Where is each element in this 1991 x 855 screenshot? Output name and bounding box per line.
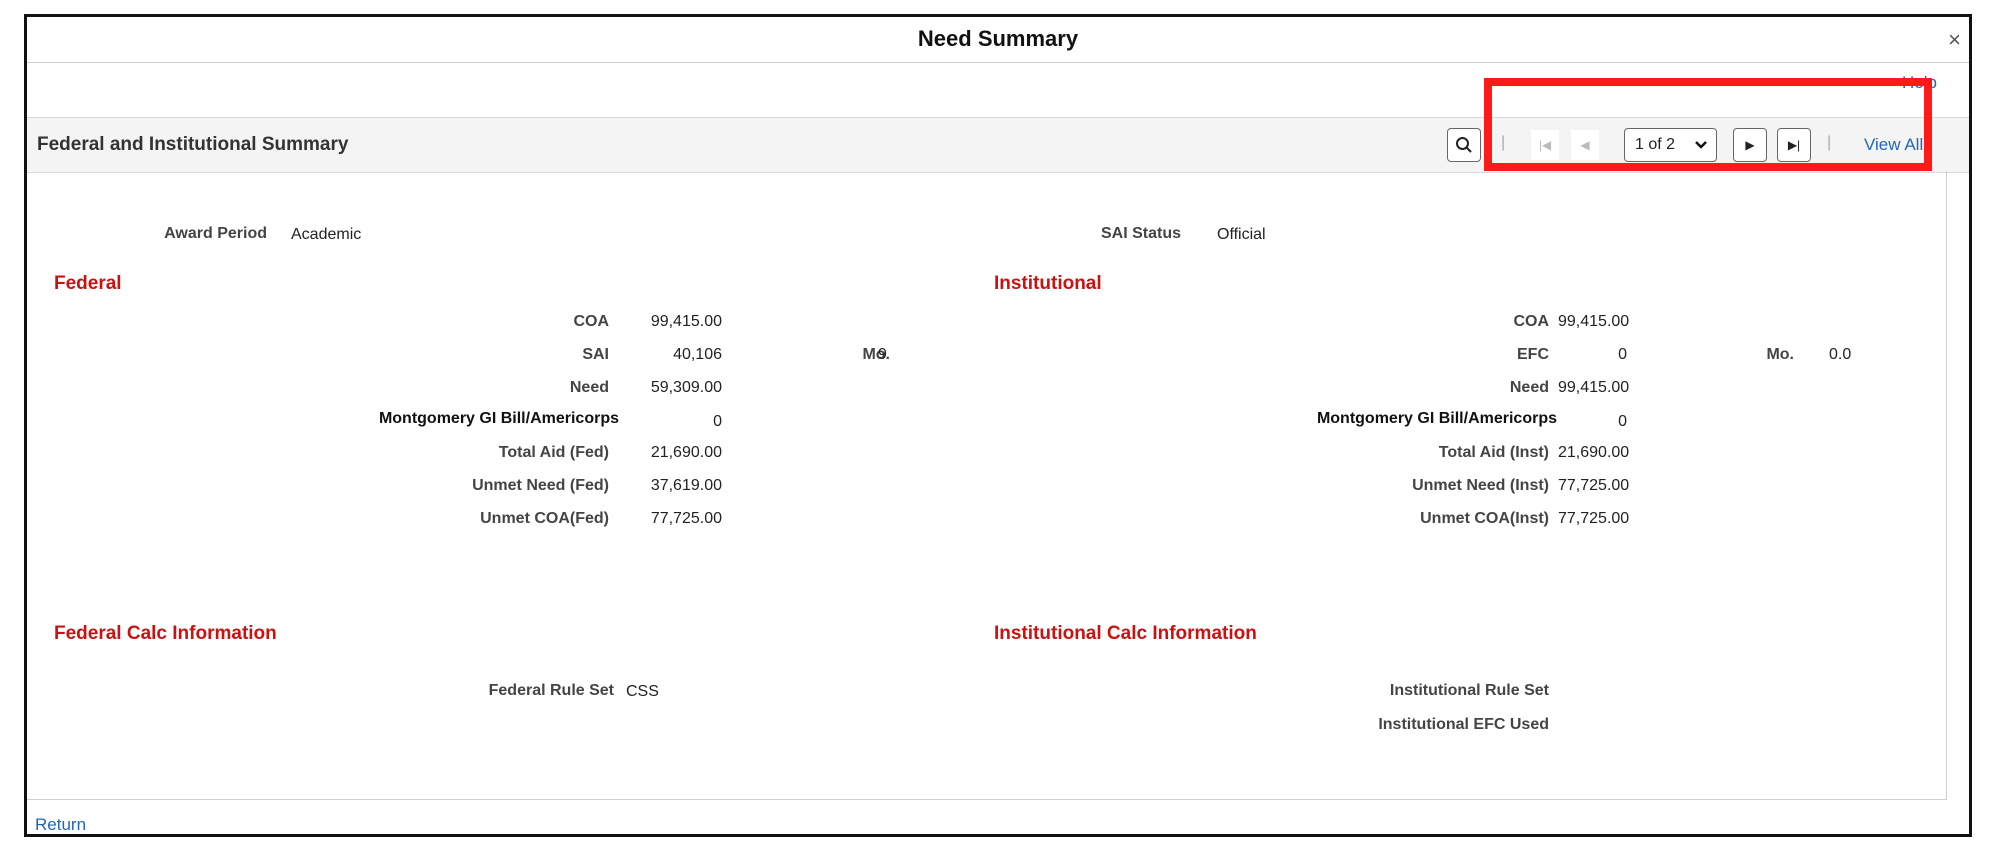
- close-icon[interactable]: ×: [1948, 27, 1961, 53]
- institutional-unmet-need-value: 77,725.00: [1558, 477, 1630, 494]
- institutional-rule-set-label: Institutional Rule Set: [1389, 682, 1549, 699]
- award-period-label: Award Period: [164, 225, 267, 242]
- institutional-coa-value: 99,415.00: [1558, 313, 1630, 330]
- last-page-button[interactable]: ▶|: [1777, 128, 1811, 162]
- first-page-button[interactable]: |◀: [1531, 130, 1559, 160]
- institutional-efc-label: EFC: [1517, 346, 1549, 363]
- federal-sai-label: SAI: [582, 346, 609, 363]
- search-icon: [1456, 137, 1472, 153]
- sai-status-label: SAI Status: [1100, 225, 1181, 242]
- federal-months-value: 9: [878, 346, 887, 363]
- federal-calc-heading: Federal Calc Information: [54, 623, 277, 644]
- award-period-value: Academic: [291, 226, 362, 243]
- institutional-months-label: Mo.: [1766, 346, 1794, 363]
- next-page-icon: ▶: [1745, 138, 1755, 152]
- institutional-total-aid-value: 21,690.00: [1558, 444, 1630, 461]
- institutional-need-value: 99,415.00: [1558, 379, 1630, 396]
- dialog-titlebar: Need Summary ×: [27, 17, 1969, 63]
- federal-total-aid-label: Total Aid (Fed): [498, 444, 609, 461]
- federal-heading: Federal: [54, 273, 122, 294]
- dialog-title: Need Summary: [917, 26, 1079, 51]
- toolbar-separator: |: [1501, 134, 1506, 151]
- federal-total-aid-value: 21,690.00: [650, 444, 722, 461]
- grid-header: Federal and Institutional Summary | |◀ ◀…: [27, 117, 1969, 173]
- institutional-efc-used-label: Institutional EFC Used: [1378, 716, 1549, 733]
- previous-page-icon: ◀: [1580, 138, 1590, 152]
- institutional-unmet-coa-label: Unmet COA(Inst): [1420, 510, 1549, 527]
- chevron-down-icon: [1695, 141, 1707, 149]
- first-page-icon: |◀: [1538, 138, 1552, 152]
- institutional-calc-heading: Institutional Calc Information: [994, 623, 1257, 644]
- help-link[interactable]: Help: [1902, 73, 1937, 93]
- page-select[interactable]: 1 of 2: [1624, 128, 1717, 162]
- federal-unmet-need-value: 37,619.00: [650, 477, 722, 494]
- federal-unmet-coa-label: Unmet COA(Fed): [480, 510, 609, 527]
- federal-coa-value: 99,415.00: [650, 313, 722, 330]
- federal-unmet-coa-value: 77,725.00: [650, 510, 722, 527]
- federal-gi-bill-label: Montgomery GI Bill/Americorps: [378, 410, 619, 427]
- grid-title: Federal and Institutional Summary: [37, 134, 349, 155]
- federal-coa-label: COA: [573, 313, 609, 330]
- institutional-gi-bill-label: Montgomery GI Bill/Americorps: [1316, 410, 1557, 427]
- institutional-coa-label: COA: [1513, 313, 1549, 330]
- federal-unmet-need-label: Unmet Need (Fed): [472, 477, 609, 494]
- federal-gi-bill-value: 0: [713, 413, 722, 430]
- federal-need-label: Need: [569, 379, 609, 396]
- sai-status-value: Official: [1217, 226, 1266, 243]
- page-select-value: 1 of 2: [1635, 136, 1676, 153]
- return-link[interactable]: Return: [35, 815, 86, 835]
- search-button[interactable]: [1447, 128, 1481, 162]
- institutional-gi-bill-value: 0: [1618, 413, 1627, 430]
- summary-content: Award Period Academic SAI Status Officia…: [27, 171, 1947, 800]
- federal-rule-set-label: Federal Rule Set: [488, 682, 614, 699]
- next-page-button[interactable]: ▶: [1733, 128, 1767, 162]
- institutional-unmet-need-label: Unmet Need (Inst): [1412, 477, 1549, 494]
- institutional-months-value: 0.0: [1829, 346, 1852, 363]
- federal-rule-set-value: CSS: [626, 683, 659, 700]
- institutional-total-aid-label: Total Aid (Inst): [1438, 444, 1549, 461]
- institutional-unmet-coa-value: 77,725.00: [1558, 510, 1630, 527]
- federal-sai-value: 40,106: [673, 346, 722, 363]
- toolbar-separator-2: |: [1827, 134, 1832, 151]
- previous-page-button[interactable]: ◀: [1571, 130, 1599, 160]
- last-page-icon: ▶|: [1787, 138, 1801, 152]
- need-summary-dialog: Need Summary × Help Federal and Institut…: [24, 14, 1972, 837]
- institutional-efc-value: 0: [1618, 346, 1627, 363]
- view-all-link[interactable]: View All: [1864, 135, 1923, 155]
- federal-need-value: 59,309.00: [650, 379, 722, 396]
- institutional-heading: Institutional: [994, 273, 1102, 294]
- institutional-need-label: Need: [1509, 379, 1549, 396]
